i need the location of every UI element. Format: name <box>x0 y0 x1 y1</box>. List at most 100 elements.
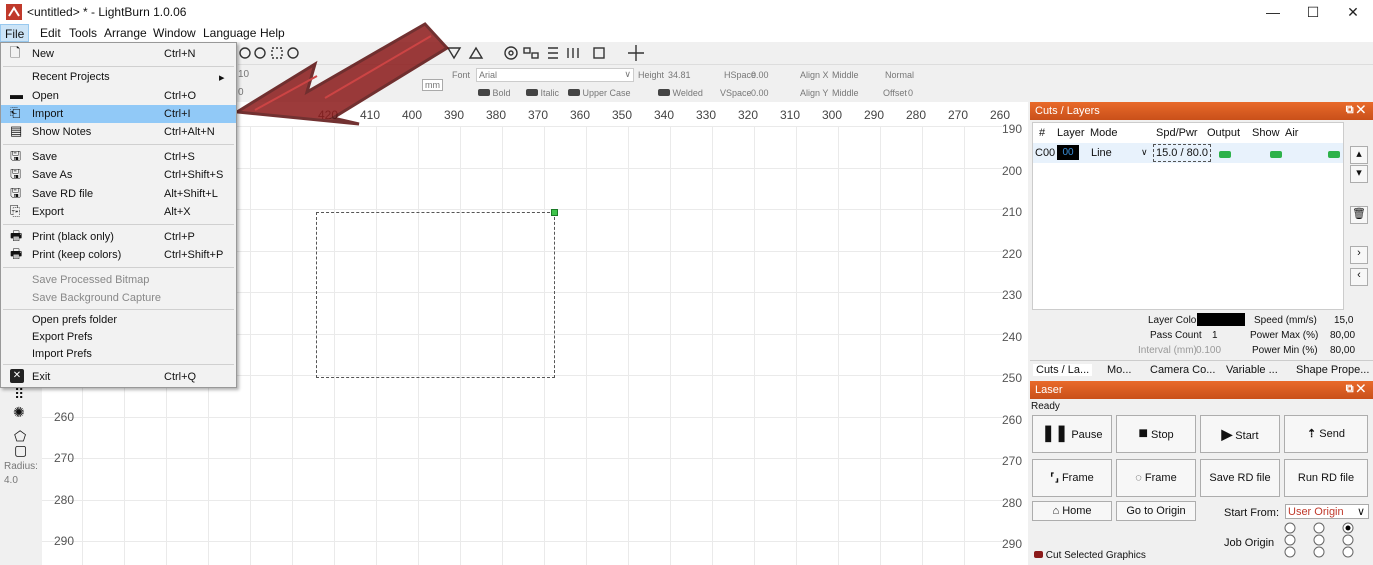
job-origin-grid[interactable] <box>1278 522 1370 558</box>
window-title: <untitled> * - LightBurn 1.0.06 <box>27 5 187 19</box>
minimize-button[interactable]: — <box>1253 2 1293 22</box>
annotation-arrow <box>232 22 450 126</box>
laser-panel-header: Laser ⧉ ✕ <box>1030 381 1373 399</box>
frame-rect-button[interactable]: ⸢⸥ Frame <box>1032 459 1112 497</box>
menu-item-new[interactable]: 🗋 New Ctrl+N <box>1 45 236 63</box>
start-from-label: Start From: <box>1224 507 1280 519</box>
file-menu: 🗋 New Ctrl+N Recent Projects ▸ ▬ Open Ctrl+O … <box>0 42 237 388</box>
tab-move[interactable]: Mo... <box>1107 364 1131 376</box>
aligny-label: Align Y <box>800 88 829 98</box>
collapse-left-icon[interactable]: ‹ <box>1350 268 1368 286</box>
menu-arrange[interactable]: Arrange <box>104 26 147 40</box>
run-rd-button[interactable]: Run RD file <box>1284 459 1368 497</box>
font-value: Arial <box>479 70 498 80</box>
go-to-origin-button[interactable]: Go to Origin <box>1116 501 1196 521</box>
radius-label: Radius: <box>4 461 38 472</box>
ruler-left-label: 260 <box>54 410 75 424</box>
import-icon: ⎗ <box>10 105 21 120</box>
laser-panel: Laser ⧉ ✕ Ready ❚❚ Pause ■ Stop ▶ Start ⇡… <box>1030 381 1373 565</box>
menu-bar: File Edit Tools Arrange Window Language … <box>0 24 1373 42</box>
tab-shape[interactable]: Shape Prope... <box>1296 364 1369 376</box>
title-bar: <untitled> * - LightBurn 1.0.06 — ☐ ✕ <box>0 0 1373 24</box>
tab-cuts[interactable]: Cuts / La... <box>1033 364 1093 376</box>
cut-selected-toggle[interactable]: Cut Selected Graphics <box>1034 550 1146 561</box>
vspace-label: VSpace <box>720 88 752 98</box>
power-min-value[interactable]: 80,00 <box>1330 345 1355 356</box>
menu-item-show-notes[interactable]: ▤ Show Notes Ctrl+Alt+N <box>1 123 236 141</box>
bold-toggle[interactable]: Bold <box>493 88 511 98</box>
start-button[interactable]: ▶ Start <box>1200 415 1280 453</box>
upper-case-toggle[interactable]: Upper Case <box>583 88 631 98</box>
layer-color-swatch[interactable] <box>1197 313 1245 326</box>
menu-item-import-prefs[interactable]: Import Prefs <box>1 345 236 363</box>
pass-count-value[interactable]: 1 <box>1212 330 1218 341</box>
cuts-panel-header: Cuts / Layers ⧉ ✕ <box>1030 102 1373 120</box>
selected-shape[interactable] <box>316 212 555 378</box>
offset-value[interactable]: 0 <box>908 88 913 98</box>
save-rd-icon: 🖫 <box>10 185 22 200</box>
left-toolbar: ⠿ ✺ ⬠ ▢ Radius: 4.0 <box>0 384 42 565</box>
maximize-button[interactable]: ☐ <box>1293 2 1333 22</box>
menu-item-save-bg: Save Background Capture <box>32 292 162 304</box>
printer-icon: 🖶 <box>10 246 23 261</box>
save-icon: 🖫 <box>10 148 22 163</box>
alignx-value[interactable]: Middle <box>832 70 859 80</box>
send-button[interactable]: ⇡ Send <box>1284 415 1368 453</box>
vspace-value[interactable]: 0.00 <box>751 88 769 98</box>
menu-item-print-colors[interactable]: 🖶 Print (keep colors) Ctrl+Shift+P <box>1 246 236 264</box>
menu-item-export-prefs[interactable]: Export Prefs <box>1 328 236 346</box>
save-as-icon: 🖫 <box>10 166 22 181</box>
menu-item-save-bitmap: Save Processed Bitmap <box>32 274 150 286</box>
start-from-select[interactable]: User Origin ∨ <box>1285 504 1369 519</box>
radius-value[interactable]: 4.0 <box>4 475 18 486</box>
menu-item-exit[interactable]: ✕ Exit Ctrl+Q <box>1 368 236 386</box>
welded-toggle[interactable]: Welded <box>673 88 703 98</box>
menu-item-save[interactable]: 🖫 Save Ctrl+S <box>1 148 236 166</box>
menu-item-print-black[interactable]: 🖶 Print (black only) Ctrl+P <box>1 228 236 246</box>
rounded-corner-icon[interactable]: ▢ <box>14 442 27 459</box>
ruler-left-label: 290 <box>54 534 75 548</box>
stop-button[interactable]: ■ Stop <box>1116 415 1196 453</box>
selection-handle[interactable] <box>551 209 558 216</box>
close-button[interactable]: ✕ <box>1333 2 1373 22</box>
tab-camera[interactable]: Camera Co... <box>1150 364 1215 376</box>
menu-item-save-rd[interactable]: 🖫 Save RD file Alt+Shift+L <box>1 185 236 203</box>
move-layer-up-button[interactable]: ▴ <box>1350 146 1368 164</box>
offset-label: Offset <box>883 88 907 98</box>
cuts-layers-panel: Cuts / Layers ⧉ ✕ # Layer Mode Spd/Pwr Ou… <box>1030 102 1373 380</box>
pause-button[interactable]: ❚❚ Pause <box>1032 415 1112 453</box>
menu-item-open-prefs[interactable]: Open prefs folder <box>1 311 236 329</box>
ruler-left-label: 280 <box>54 493 75 507</box>
notes-icon: ▤ <box>10 123 23 138</box>
menu-file[interactable]: File <box>0 24 30 42</box>
menu-window[interactable]: Window <box>153 26 196 40</box>
export-icon: ⎘ <box>10 203 21 218</box>
aligny-value[interactable]: Middle <box>832 88 859 98</box>
power-max-value[interactable]: 80,00 <box>1330 330 1355 341</box>
menu-item-open[interactable]: ▬ Open Ctrl+O <box>1 87 236 105</box>
tab-variable[interactable]: Variable ... <box>1226 364 1278 376</box>
menu-item-save-as[interactable]: 🖫 Save As Ctrl+Shift+S <box>1 166 236 184</box>
italic-toggle[interactable]: Italic <box>541 88 560 98</box>
menu-item-recent[interactable]: Recent Projects ▸ <box>1 68 236 86</box>
hspace-value[interactable]: 0.00 <box>751 70 769 80</box>
frame-circle-button[interactable]: ◌ Frame <box>1116 459 1196 497</box>
style-value[interactable]: Normal <box>885 70 914 80</box>
circular-array-icon[interactable]: ✺ <box>13 404 25 421</box>
font-select[interactable]: Arial ∨ <box>476 68 634 82</box>
height-label: Height <box>638 70 665 80</box>
height-value[interactable]: 34.81 <box>668 70 691 80</box>
layer-row[interactable]: C00 00 Line ∨ 15.0 / 80.0 <box>1033 143 1343 163</box>
menu-item-export[interactable]: ⎘ Export Alt+X <box>1 203 236 221</box>
menu-edit[interactable]: Edit <box>40 26 61 40</box>
menu-item-import[interactable]: ⎗ Import Ctrl+I <box>1 105 236 123</box>
home-button[interactable]: ⌂ Home <box>1032 501 1112 521</box>
menu-tools[interactable]: Tools <box>69 26 97 40</box>
move-layer-down-button[interactable]: ▾ <box>1350 165 1368 183</box>
save-rd-button[interactable]: Save RD file <box>1200 459 1280 497</box>
delete-layer-icon[interactable]: 🗑 <box>1350 206 1368 224</box>
speed-value[interactable]: 15,0 <box>1334 315 1353 326</box>
panel-tabs: Cuts / La... Mo... Camera Co... Variable… <box>1030 360 1373 378</box>
expand-right-icon[interactable]: › <box>1350 246 1368 264</box>
grid-array-icon[interactable]: ⠿ <box>14 386 24 403</box>
